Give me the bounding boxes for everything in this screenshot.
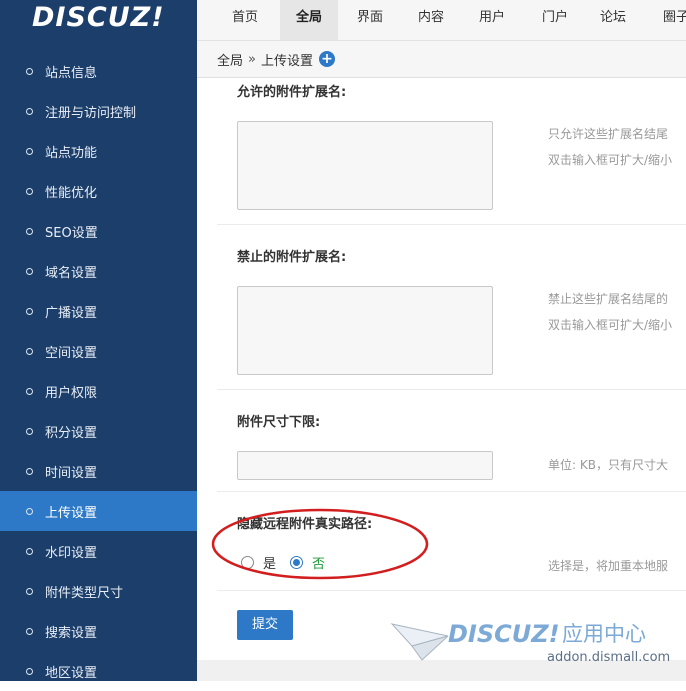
circle-bullet-icon (26, 187, 33, 195)
circle-bullet-icon (26, 387, 33, 395)
circle-bullet-icon (26, 67, 33, 75)
sidebar-item-label: 站点功能 (45, 145, 98, 161)
sidebar-item-label: SEO设置 (45, 225, 98, 241)
nav-tab[interactable]: 用户 (464, 0, 520, 40)
sidebar-item[interactable]: 时间设置 (0, 451, 197, 491)
circle-bullet-icon (26, 147, 33, 155)
watermark-url: addon.dismall.com (547, 650, 670, 665)
sidebar-item-label: 空间设置 (45, 345, 98, 361)
breadcrumb-root[interactable]: 全局 (217, 50, 243, 69)
sidebar-item[interactable]: 注册与访问控制 (0, 91, 197, 131)
sidebar-item[interactable]: 空间设置 (0, 331, 197, 371)
watermark: DISCUZ! 应用中心 addon.dismall.com (390, 620, 670, 665)
sidebar-item[interactable]: 水印设置 (0, 531, 197, 571)
sidebar-item[interactable]: 搜索设置 (0, 611, 197, 651)
allowed-ext-hint-1: 只允许这些扩展名结尾 (548, 127, 669, 141)
nav-tab[interactable]: 门户 (527, 0, 583, 40)
circle-bullet-icon (26, 467, 33, 475)
nav-tab[interactable]: 内容 (403, 0, 459, 40)
sidebar-item[interactable]: 积分设置 (0, 411, 197, 451)
nav-tab[interactable]: 全局 (280, 0, 338, 40)
logo-text: DISCUZ! (32, 2, 165, 33)
sidebar-item-label: 广播设置 (45, 305, 98, 321)
sidebar-item[interactable]: 性能优化 (0, 171, 197, 211)
sidebar-item-label: 积分设置 (45, 425, 98, 441)
watermark-suffix: 应用中心 (562, 622, 646, 646)
sidebar-item[interactable]: 站点信息 (0, 51, 197, 91)
nav-tab[interactable]: 界面 (342, 0, 398, 40)
sidebar-item[interactable]: 域名设置 (0, 251, 197, 291)
nav-tab[interactable]: 圈子 (648, 0, 686, 40)
circle-bullet-icon (26, 227, 33, 235)
circle-bullet-icon (26, 547, 33, 555)
breadcrumb-current: 上传设置 (260, 53, 313, 69)
min-size-input[interactable] (237, 451, 493, 480)
circle-bullet-icon (26, 347, 33, 355)
nav-tab[interactable]: 首页 (217, 0, 273, 40)
min-size-label: 附件尺寸下限: (237, 415, 321, 430)
top-nav: 首页 全局 界面 内容 用户 门户 论坛 圈子 (197, 0, 686, 41)
forbidden-ext-hint-1: 禁止这些扩展名结尾的 (548, 292, 669, 306)
circle-bullet-icon (26, 507, 33, 515)
breadcrumb: 全局 » 上传设置 + (197, 41, 686, 78)
sidebar-item[interactable]: 上传设置 (0, 491, 197, 531)
divider (217, 389, 686, 390)
sidebar-item[interactable]: 用户权限 (0, 371, 197, 411)
forbidden-ext-hint-2: 双击输入框可扩大/缩小 (548, 318, 673, 332)
sidebar-item-label: 搜索设置 (45, 625, 98, 641)
divider (217, 491, 686, 492)
circle-bullet-icon (26, 587, 33, 595)
allowed-ext-label: 允许的附件扩展名: (237, 85, 347, 100)
forbidden-ext-textarea[interactable] (237, 286, 493, 375)
allowed-ext-textarea[interactable] (237, 121, 493, 210)
sidebar-item[interactable]: 站点功能 (0, 131, 197, 171)
min-size-hint: 单位: KB，只有尺寸大 (548, 458, 668, 472)
sidebar-item-label: 地区设置 (45, 665, 98, 681)
forbidden-ext-label: 禁止的附件扩展名: (237, 250, 347, 265)
divider (217, 224, 686, 225)
circle-bullet-icon (26, 267, 33, 275)
logo[interactable]: DISCUZ! (0, 0, 197, 41)
sidebar-item-label: 域名设置 (45, 265, 98, 281)
annotation-ellipse (211, 508, 429, 580)
sidebar-item-label: 用户权限 (45, 385, 98, 401)
circle-bullet-icon (26, 307, 33, 315)
submit-button[interactable]: 提交 (237, 610, 293, 640)
sidebar-item-label: 性能优化 (45, 185, 98, 201)
paper-plane-icon (390, 623, 449, 661)
add-shortcut-icon[interactable]: + (319, 51, 335, 67)
circle-bullet-icon (26, 627, 33, 635)
sidebar-item[interactable]: SEO设置 (0, 211, 197, 251)
allowed-ext-hint-2: 双击输入框可扩大/缩小 (548, 153, 673, 167)
breadcrumb-separator: » (248, 51, 256, 67)
sidebar-item-label: 水印设置 (45, 545, 98, 561)
sidebar: DISCUZ! 站点信息注册与访问控制 站点功能性能优化 SEO设置域名设置广播设置… (0, 0, 197, 681)
circle-bullet-icon (26, 667, 33, 675)
sidebar-item-label: 注册与访问控制 (45, 105, 137, 121)
sidebar-item[interactable]: 广播设置 (0, 291, 197, 331)
circle-bullet-icon (26, 427, 33, 435)
watermark-brand: DISCUZ! (448, 620, 560, 648)
hide-remote-path-hint: 选择是，将加重本地服 (548, 559, 669, 573)
main-content: 允许的附件扩展名: 只允许这些扩展名结尾 双击输入框可扩大/缩小 禁止的附件扩展… (197, 78, 686, 681)
sidebar-item[interactable]: 附件类型尺寸 (0, 571, 197, 611)
nav-tab[interactable]: 论坛 (585, 0, 641, 40)
sidebar-item[interactable]: 地区设置 (0, 651, 197, 691)
sidebar-item-label: 附件类型尺寸 (45, 585, 124, 601)
sidebar-item-label: 站点信息 (45, 65, 98, 81)
sidebar-item-label: 上传设置 (45, 505, 98, 521)
sidebar-item-label: 时间设置 (45, 465, 98, 481)
circle-bullet-icon (26, 107, 33, 115)
divider (217, 590, 686, 591)
